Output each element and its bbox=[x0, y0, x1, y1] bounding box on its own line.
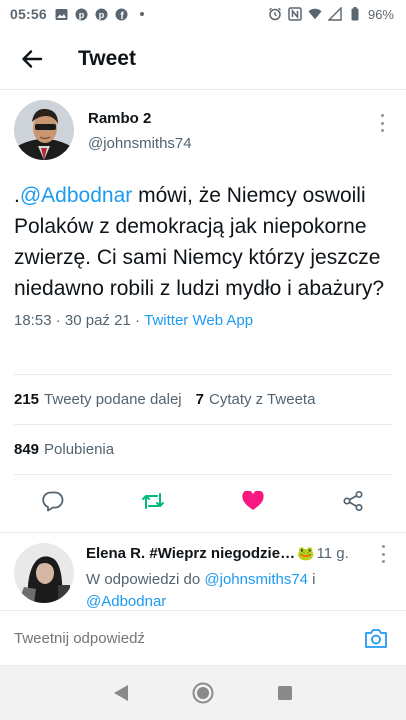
tweet-date: 30 paź 21 bbox=[64, 311, 131, 329]
reply-input[interactable] bbox=[14, 629, 362, 647]
reply-to-user-link[interactable]: @Adbodnar bbox=[86, 593, 166, 610]
like-button[interactable] bbox=[240, 488, 266, 514]
home-circle-icon bbox=[192, 682, 214, 704]
nav-recents-button[interactable] bbox=[273, 681, 297, 705]
more-dot bbox=[381, 545, 385, 548]
svg-text:p: p bbox=[79, 10, 85, 20]
system-icons: 96% bbox=[268, 7, 394, 22]
reply-display-name[interactable]: Elena R. #Wieprz niegodzie… bbox=[86, 545, 295, 562]
more-dot bbox=[380, 129, 384, 132]
more-dot bbox=[380, 114, 384, 117]
reply-icon bbox=[42, 491, 64, 512]
more-dot bbox=[381, 560, 385, 563]
page-title: Tweet bbox=[78, 46, 136, 70]
notification-icons: p p f bbox=[55, 7, 149, 21]
reply-more-options-button[interactable] bbox=[378, 545, 388, 563]
quotes-count: 7 bbox=[195, 390, 204, 408]
mention-link[interactable]: @Adbodnar bbox=[20, 184, 132, 207]
stats-retweets-row: 215 Tweety podane dalej 7 Cytaty z Tweeta bbox=[14, 388, 315, 410]
dot-icon bbox=[135, 7, 149, 21]
recents-square-icon bbox=[278, 686, 292, 700]
nav-back-button[interactable] bbox=[109, 681, 133, 705]
quotes-label: Cytaty z Tweeta bbox=[208, 390, 316, 408]
pinterest-icon: p bbox=[95, 7, 109, 21]
author-display-name[interactable]: Rambo 2 bbox=[88, 110, 192, 127]
reply-to-line: W odpowiedzi do @johnsmiths74 i @Adbodnar bbox=[86, 569, 386, 613]
meta-separator: · bbox=[130, 311, 145, 329]
pinterest-icon: p bbox=[75, 7, 89, 21]
more-dot bbox=[381, 552, 385, 556]
reply-header: Elena R. #Wieprz niegodzie… 🐸 11 g. bbox=[86, 545, 386, 562]
signal-icon bbox=[327, 7, 342, 21]
nfc-icon bbox=[288, 7, 302, 21]
camera-button[interactable] bbox=[362, 625, 390, 651]
tweet-text: .@Adbodnar mówi, że Niemcy oswoili Polak… bbox=[14, 180, 394, 304]
camera-icon bbox=[365, 628, 387, 648]
divider bbox=[14, 424, 392, 425]
stats-likes-row: 849 Polubienia bbox=[14, 438, 114, 460]
avatar[interactable] bbox=[14, 100, 74, 160]
more-dot bbox=[380, 121, 384, 125]
avatar[interactable] bbox=[14, 543, 74, 603]
divider bbox=[14, 374, 392, 375]
likes-stat[interactable]: 849 Polubienia bbox=[14, 441, 114, 458]
tweet-meta: 18:53 · 30 paź 21 · Twitter Web App bbox=[14, 309, 392, 331]
back-button[interactable] bbox=[0, 28, 64, 90]
retweet-icon bbox=[142, 493, 164, 509]
tweet-source-link[interactable]: Twitter Web App bbox=[144, 312, 253, 329]
retweet-button[interactable] bbox=[140, 488, 166, 514]
reply-to-user-link[interactable]: @johnsmiths74 bbox=[204, 571, 308, 588]
quotes-stat[interactable]: 7 Cytaty z Tweeta bbox=[196, 391, 316, 408]
meta-separator: · bbox=[51, 311, 65, 329]
reply-tweet[interactable]: Elena R. #Wieprz niegodzie… 🐸 11 g. W od… bbox=[0, 532, 406, 610]
reply-composer bbox=[0, 610, 406, 666]
share-button[interactable] bbox=[340, 488, 366, 514]
retweets-count: 215 bbox=[14, 390, 40, 408]
arrow-left-icon bbox=[22, 49, 43, 68]
frog-emoji: 🐸 bbox=[297, 545, 315, 561]
reply-to-prefix: W odpowiedzi do bbox=[86, 571, 205, 588]
tweet-actions bbox=[14, 486, 392, 516]
app-header: Tweet bbox=[0, 28, 406, 90]
retweets-stat[interactable]: 215 Tweety podane dalej bbox=[14, 391, 182, 408]
wifi-icon bbox=[308, 7, 322, 21]
more-options-button[interactable] bbox=[372, 112, 392, 134]
main-tweet: Rambo 2 @johnsmiths74 .@Adbodnar mówi, ż… bbox=[14, 100, 392, 331]
divider bbox=[14, 474, 392, 475]
battery-icon bbox=[348, 7, 362, 21]
gallery-icon bbox=[55, 7, 69, 21]
svg-text:p: p bbox=[99, 10, 105, 20]
facebook-icon: f bbox=[115, 7, 129, 21]
status-time: 05:56 bbox=[10, 6, 47, 22]
author-names: Rambo 2 @johnsmiths74 bbox=[88, 110, 192, 152]
reply-button[interactable] bbox=[40, 488, 66, 514]
tweet-author-row: Rambo 2 @johnsmiths74 bbox=[14, 100, 392, 166]
system-nav-bar bbox=[0, 666, 406, 720]
battery-percent: 96% bbox=[367, 6, 394, 22]
nav-home-button[interactable] bbox=[191, 681, 215, 705]
tweet-time: 18:53 bbox=[14, 311, 52, 329]
back-triangle-icon bbox=[114, 685, 128, 701]
reply-to-mid: i bbox=[308, 571, 316, 588]
share-icon bbox=[343, 490, 363, 512]
author-handle[interactable]: @johnsmiths74 bbox=[88, 135, 192, 152]
likes-label: Polubienia bbox=[44, 440, 115, 458]
like-icon bbox=[242, 491, 264, 510]
alarm-icon bbox=[268, 7, 282, 21]
retweets-label: Tweety podane dalej bbox=[44, 390, 182, 408]
status-bar: 05:56 p p f 96% bbox=[0, 0, 406, 28]
reply-time: 11 g. bbox=[316, 545, 349, 562]
likes-count: 849 bbox=[14, 440, 40, 458]
